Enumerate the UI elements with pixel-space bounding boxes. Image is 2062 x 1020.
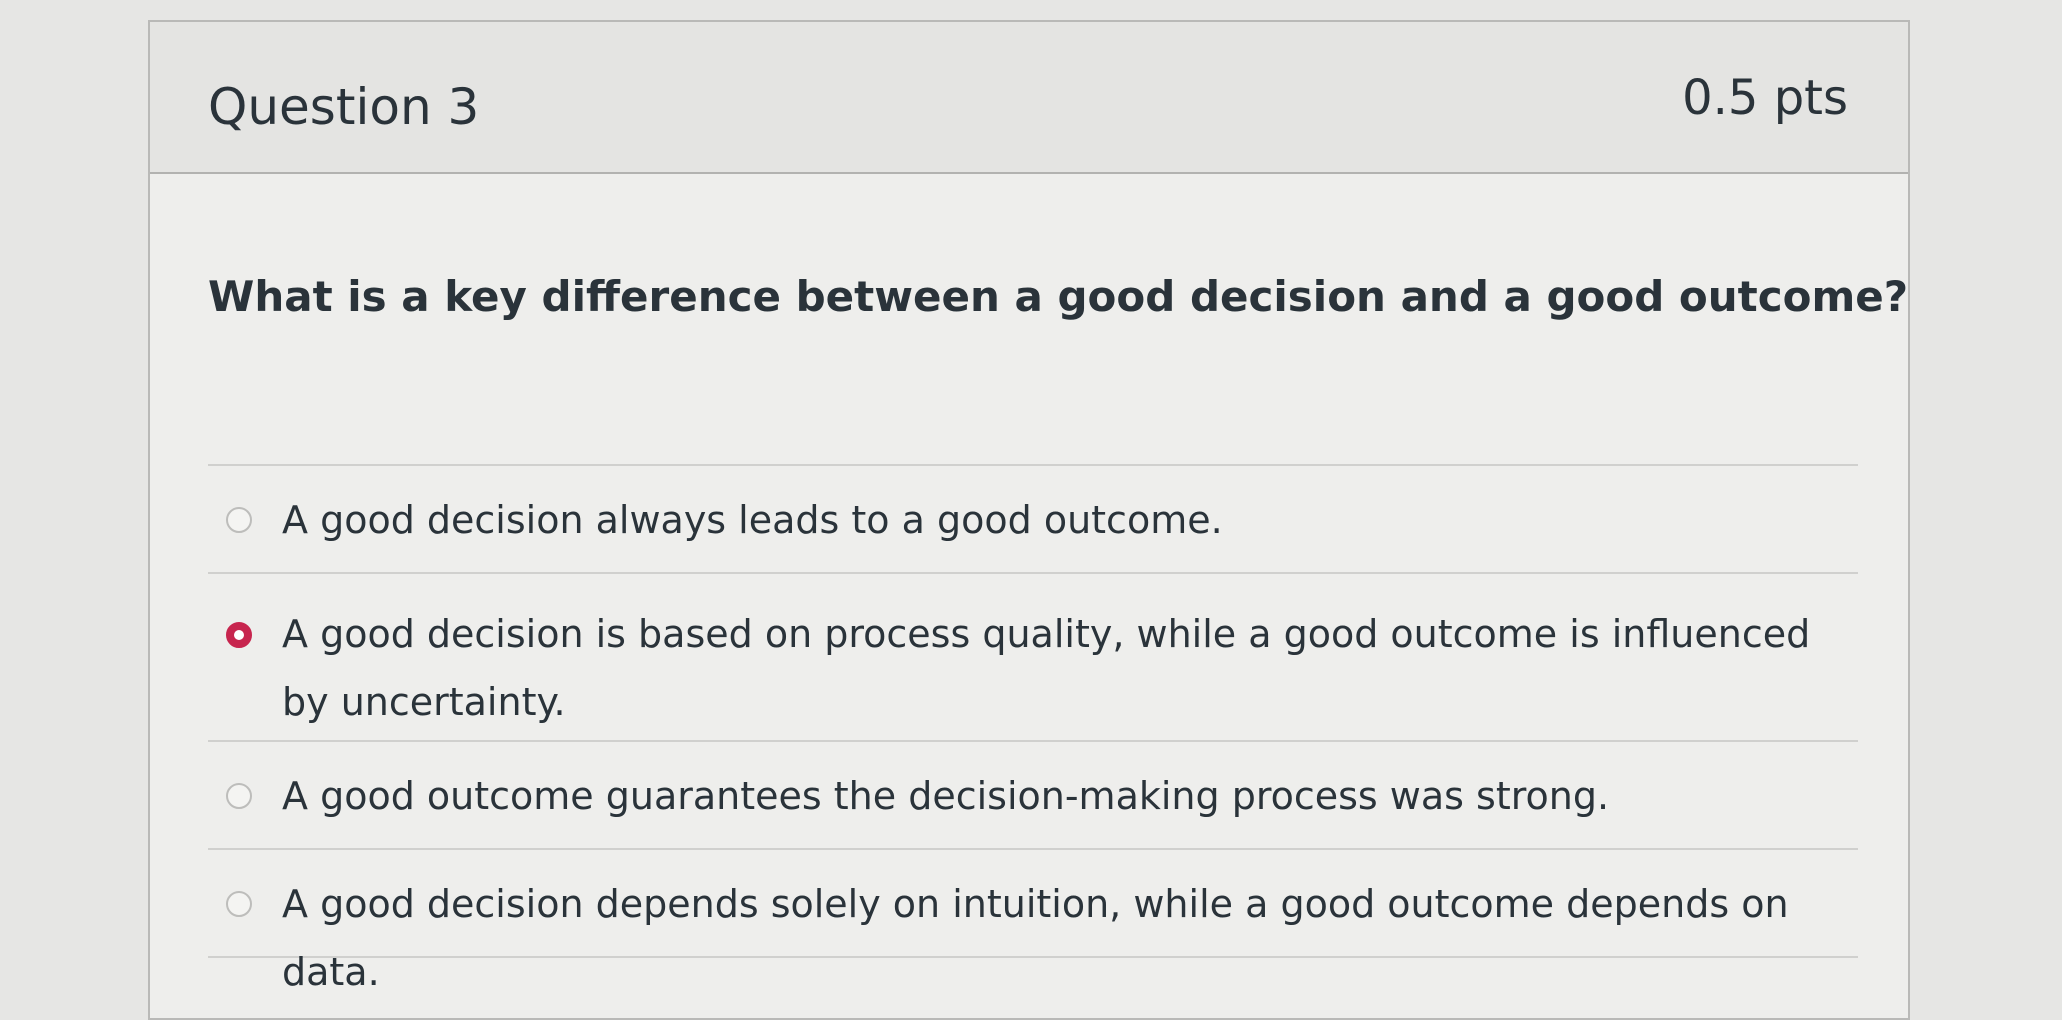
answer-list: A good decision always leads to a good o… bbox=[208, 464, 1858, 994]
radio-button[interactable] bbox=[226, 783, 252, 809]
answer-option-2[interactable]: A good decision is based on process qual… bbox=[208, 574, 1858, 742]
answer-label[interactable]: A good decision depends solely on intuit… bbox=[282, 870, 1818, 1006]
question-points: 0.5 pts bbox=[1682, 70, 1848, 126]
answer-label[interactable]: A good decision is based on process qual… bbox=[282, 600, 1818, 736]
radio-button[interactable] bbox=[226, 891, 252, 917]
question-header: Question 3 0.5 pts bbox=[150, 22, 1908, 174]
radio-button[interactable] bbox=[226, 507, 252, 533]
answer-option-1[interactable]: A good decision always leads to a good o… bbox=[208, 466, 1858, 574]
answer-option-3[interactable]: A good outcome guarantees the decision-m… bbox=[208, 742, 1858, 850]
answer-label[interactable]: A good outcome guarantees the decision-m… bbox=[282, 762, 1818, 830]
question-card: Question 3 0.5 pts What is a key differe… bbox=[148, 20, 1910, 1020]
radio-button-selected[interactable] bbox=[226, 622, 252, 648]
question-title: Question 3 bbox=[208, 78, 480, 136]
answer-label[interactable]: A good decision always leads to a good o… bbox=[282, 486, 1818, 554]
answer-option-4[interactable]: A good decision depends solely on intuit… bbox=[208, 850, 1858, 994]
question-text: What is a key difference between a good … bbox=[208, 272, 1909, 321]
